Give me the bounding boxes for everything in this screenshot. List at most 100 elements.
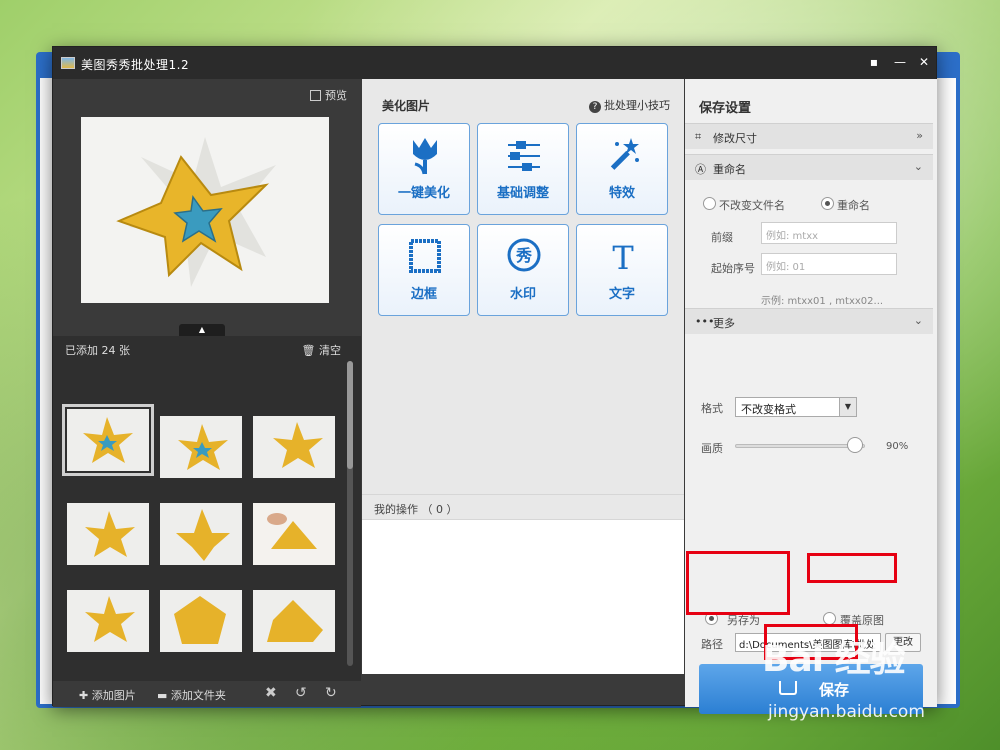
thumbnail-item[interactable] <box>67 503 149 565</box>
question-icon: ? <box>589 101 601 113</box>
batch-app-window: 美图秀秀批处理1.2 ▪ — ✕ 预览 ▲ 已添加 24 张 🗑 清空 ✚ 添加… <box>52 46 937 714</box>
trash-icon: 🗑 <box>301 344 316 357</box>
my-operations-bar: 我的操作 （ 0 ） <box>362 494 684 520</box>
close-button[interactable]: ✕ <box>915 53 933 71</box>
title-bar[interactable]: 美图秀秀批处理1.2 ▪ — ✕ <box>53 47 936 79</box>
preview-icon <box>310 90 321 101</box>
sliders-icon <box>508 141 540 171</box>
start-index-input[interactable]: 例如: 01 <box>761 253 897 275</box>
preview-image <box>81 117 329 303</box>
keep-filename-radio[interactable] <box>703 197 716 210</box>
thumbnail-item[interactable] <box>160 590 242 652</box>
rename-option-label: 重命名 <box>837 199 870 212</box>
prefix-label: 前缀 <box>711 231 733 244</box>
quality-slider-handle[interactable] <box>847 437 863 453</box>
clear-label: 清空 <box>319 344 341 357</box>
thumbnail-item[interactable] <box>253 416 335 478</box>
baidu-url: jingyan.baidu.com <box>768 702 925 722</box>
effects-button[interactable]: 特效 <box>576 123 668 215</box>
add-folder-label: 添加文件夹 <box>170 689 226 702</box>
rename-radio[interactable] <box>821 197 834 210</box>
add-folder-button[interactable]: ▬ 添加文件夹 <box>157 687 226 703</box>
resize-label: 修改尺寸 <box>713 132 757 145</box>
keep-filename-label: 不改变文件名 <box>719 199 785 212</box>
folder-icon: ▬ <box>157 689 168 702</box>
rename-example: 示例: mtxx01 , mtxx02... <box>761 296 884 307</box>
my-operations-area <box>362 520 684 674</box>
quality-label: 画质 <box>701 442 723 455</box>
highlight-save-as <box>686 551 790 615</box>
baidu-logo: Bai 经验 <box>762 639 906 680</box>
beautify-title: 美化图片 <box>382 99 431 113</box>
one-click-beautify-label: 一键美化 <box>397 186 450 201</box>
preview-button[interactable]: 预览 <box>310 87 347 103</box>
rename-icon: Ⓐ <box>695 163 706 176</box>
rotate-left-icon[interactable]: ↺ <box>295 685 307 701</box>
thumbnail-scrollbar[interactable] <box>347 361 353 666</box>
magic-wand-icon <box>610 138 639 170</box>
frame-icon <box>409 239 441 273</box>
path-label: 路径 <box>701 638 723 651</box>
text-t-glyph: T <box>612 239 634 277</box>
basic-adjust-button[interactable]: 基础调整 <box>477 123 569 215</box>
thumbnail-item[interactable] <box>62 404 154 476</box>
minimize-button[interactable]: — <box>891 53 909 71</box>
crop-icon: ⌗ <box>695 130 702 143</box>
text-button[interactable]: T 文字 <box>576 224 668 316</box>
more-label: 更多 <box>713 317 735 330</box>
effects-label: 特效 <box>608 186 635 201</box>
watermark-seal-icon: 秀 <box>507 238 541 272</box>
more-dots-icon: ••• <box>695 315 715 328</box>
highlight-overwrite <box>807 553 897 583</box>
resize-section-header[interactable]: ⌗ 修改尺寸 » <box>685 123 933 149</box>
clear-button[interactable]: 🗑 清空 <box>302 342 341 358</box>
tips-label: 批处理小技巧 <box>604 99 670 112</box>
border-button[interactable]: 边框 <box>378 224 470 316</box>
format-value: 不改变格式 <box>741 403 796 416</box>
rename-label: 重命名 <box>713 163 746 176</box>
save-settings-title: 保存设置 <box>699 101 752 116</box>
thumbnail-item[interactable] <box>160 416 242 478</box>
border-label: 边框 <box>410 287 437 302</box>
beautify-panel: 美化图片 ? 批处理小技巧 一键美化 基础调整 特效 边框 秀 水印 T 文字 我… <box>362 79 684 674</box>
left-toolbar: ✚ 添加图片 ▬ 添加文件夹 ✖ ↺ ↻ <box>53 681 361 707</box>
window-title: 美图秀秀批处理1.2 <box>81 58 190 72</box>
rotate-right-icon[interactable]: ↻ <box>325 685 337 701</box>
chevron-down-icon: ⌄ <box>913 160 923 173</box>
quality-value: 90% <box>886 441 909 452</box>
chevron-down-icon: ⌄ <box>913 314 923 327</box>
added-count: 已添加 24 张 <box>65 344 130 357</box>
start-index-label: 起始序号 <box>711 262 755 275</box>
format-label: 格式 <box>701 402 723 415</box>
thumbnail-item[interactable] <box>160 503 242 565</box>
rename-section-header[interactable]: Ⓐ 重命名 ⌄ <box>685 154 933 180</box>
quality-slider-track[interactable] <box>735 444 865 448</box>
delete-icon[interactable]: ✖ <box>265 685 277 701</box>
image-list-panel: 预览 ▲ 已添加 24 张 🗑 清空 ✚ 添加图片 ▬ 添加文件夹 ✖ ↺ ↻ <box>53 79 361 707</box>
format-select[interactable]: 不改变格式 ▼ <box>735 397 857 417</box>
one-click-beautify-button[interactable]: 一键美化 <box>378 123 470 215</box>
thumbnail-item[interactable] <box>67 590 149 652</box>
add-image-button[interactable]: ✚ 添加图片 <box>79 687 136 703</box>
more-section-header[interactable]: ••• 更多 ⌄ <box>685 308 933 334</box>
tips-link[interactable]: ? 批处理小技巧 <box>589 97 670 113</box>
basic-adjust-label: 基础调整 <box>496 186 549 201</box>
dropdown-arrow-icon: ▼ <box>839 398 856 416</box>
thumbnail-item[interactable] <box>253 590 335 652</box>
watermark-seal-glyph: 秀 <box>515 246 532 265</box>
feedback-icon[interactable]: ▪ <box>865 53 883 71</box>
my-operations-label: 我的操作 （ 0 ） <box>374 503 458 516</box>
text-label: 文字 <box>608 287 635 302</box>
watermark-label: 水印 <box>509 287 536 302</box>
thumbnail-item[interactable] <box>253 503 335 565</box>
tulip-icon <box>413 138 437 175</box>
scrollbar-thumb[interactable] <box>347 361 353 469</box>
prefix-input[interactable]: 例如: mtxx <box>761 222 897 244</box>
text-t-icon: T <box>612 239 634 277</box>
add-image-label: 添加图片 <box>91 689 136 702</box>
watermark-button[interactable]: 秀 水印 <box>477 224 569 316</box>
chevron-right-icon: » <box>916 129 923 142</box>
plus-icon: ✚ <box>79 689 89 702</box>
collapse-preview-button[interactable]: ▲ <box>179 324 225 336</box>
app-logo-icon <box>61 57 75 69</box>
